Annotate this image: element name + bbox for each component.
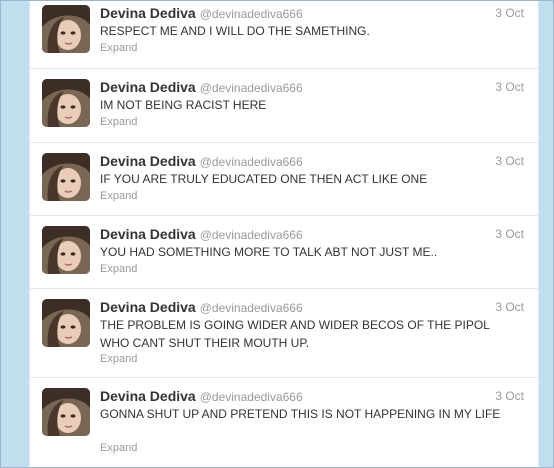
expand-link[interactable]: Expand bbox=[100, 353, 137, 365]
avatar[interactable] bbox=[42, 5, 90, 53]
tweet-item[interactable]: Devina Dediva @devinadediva666 3 Oct GONN… bbox=[30, 378, 538, 467]
expand-link[interactable]: Expand bbox=[100, 190, 137, 202]
tweet-text: IF YOU ARE TRULY EDUCATED ONE THEN ACT L… bbox=[100, 172, 428, 186]
tweet-text: GONNA SHUT UP AND PRETEND THIS IS NOT HA… bbox=[100, 407, 501, 421]
tweet-text: IM NOT BEING RACIST HERE bbox=[100, 98, 267, 112]
tweet-text: RESPECT ME AND I WILL DO THE SAMETHING. bbox=[100, 24, 370, 38]
expand-link[interactable]: Expand bbox=[100, 116, 137, 128]
tweet-item[interactable]: Devina Dediva @devinadediva666 3 Oct RESP… bbox=[30, 1, 538, 69]
tweet-timestamp[interactable]: 3 Oct bbox=[495, 6, 524, 20]
tweet-text: THE PROBLEM IS GOING WIDER AND WIDER BEC… bbox=[100, 318, 490, 350]
author-handle[interactable]: @devinadediva666 bbox=[200, 390, 303, 404]
author-handle[interactable]: @devinadediva666 bbox=[200, 155, 303, 169]
screenshot-frame: Devina Dediva @devinadediva666 3 Oct RESP… bbox=[0, 0, 554, 468]
tweet-timestamp[interactable]: 3 Oct bbox=[495, 300, 524, 314]
tweet-item[interactable]: Devina Dediva @devinadediva666 3 Oct YOU … bbox=[30, 216, 538, 289]
author-name[interactable]: Devina Dediva @devinadediva666 bbox=[100, 388, 303, 404]
avatar[interactable] bbox=[42, 153, 90, 201]
expand-link[interactable]: Expand bbox=[100, 442, 137, 454]
avatar-photo-icon bbox=[42, 388, 90, 436]
author-handle[interactable]: @devinadediva666 bbox=[200, 228, 303, 242]
author-handle[interactable]: @devinadediva666 bbox=[200, 301, 303, 315]
author-handle[interactable]: @devinadediva666 bbox=[200, 7, 303, 21]
author-handle[interactable]: @devinadediva666 bbox=[200, 81, 303, 95]
avatar-photo-icon bbox=[42, 153, 90, 201]
tweet-timestamp[interactable]: 3 Oct bbox=[495, 154, 524, 168]
author-name[interactable]: Devina Dediva @devinadediva666 bbox=[100, 79, 303, 95]
author-name[interactable]: Devina Dediva @devinadediva666 bbox=[100, 299, 303, 315]
author-name[interactable]: Devina Dediva @devinadediva666 bbox=[100, 153, 303, 169]
tweet-timestamp[interactable]: 3 Oct bbox=[495, 80, 524, 94]
tweet-timeline: Devina Dediva @devinadediva666 3 Oct RESP… bbox=[29, 1, 539, 467]
expand-link[interactable]: Expand bbox=[100, 42, 137, 54]
author-name[interactable]: Devina Dediva @devinadediva666 bbox=[100, 5, 303, 21]
author-display-name[interactable]: Devina Dediva bbox=[100, 5, 196, 21]
avatar[interactable] bbox=[42, 226, 90, 274]
tweet-timestamp[interactable]: 3 Oct bbox=[495, 389, 524, 403]
tweet-item[interactable]: Devina Dediva @devinadediva666 3 Oct IM N… bbox=[30, 69, 538, 143]
tweet-item[interactable]: Devina Dediva @devinadediva666 3 Oct THE … bbox=[30, 289, 538, 378]
avatar-photo-icon bbox=[42, 5, 90, 53]
author-display-name[interactable]: Devina Dediva bbox=[100, 153, 196, 169]
expand-link[interactable]: Expand bbox=[100, 263, 137, 275]
author-display-name[interactable]: Devina Dediva bbox=[100, 299, 196, 315]
tweet-item[interactable]: Devina Dediva @devinadediva666 3 Oct IF Y… bbox=[30, 143, 538, 216]
avatar-photo-icon bbox=[42, 226, 90, 274]
author-display-name[interactable]: Devina Dediva bbox=[100, 226, 196, 242]
author-name[interactable]: Devina Dediva @devinadediva666 bbox=[100, 226, 303, 242]
tweet-text: YOU HAD SOMETHING MORE TO TALK ABT NOT J… bbox=[100, 245, 438, 259]
author-display-name[interactable]: Devina Dediva bbox=[100, 79, 196, 95]
avatar[interactable] bbox=[42, 299, 90, 347]
avatar[interactable] bbox=[42, 388, 90, 436]
avatar[interactable] bbox=[42, 79, 90, 127]
author-display-name[interactable]: Devina Dediva bbox=[100, 388, 196, 404]
avatar-photo-icon bbox=[42, 299, 90, 347]
avatar-photo-icon bbox=[42, 79, 90, 127]
tweet-timestamp[interactable]: 3 Oct bbox=[495, 227, 524, 241]
